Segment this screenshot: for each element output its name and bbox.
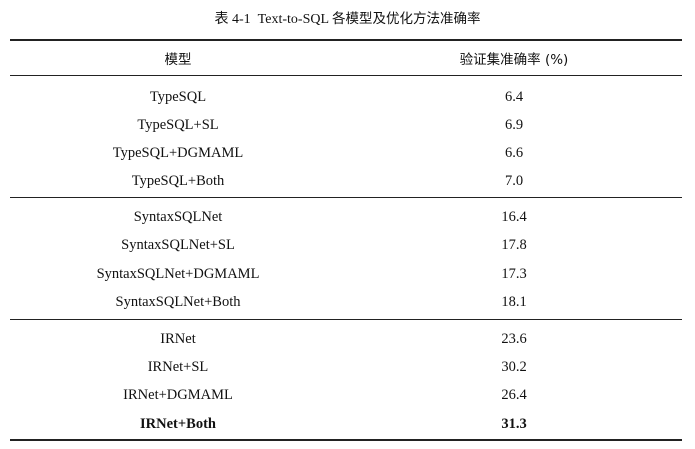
table-row-best: IRNet+Both 31.3 bbox=[10, 413, 682, 435]
accuracy-cell: 31.3 bbox=[501, 416, 527, 432]
model-cell: SyntaxSQLNet bbox=[133, 209, 223, 225]
model-cell: SyntaxSQLNet+Both bbox=[115, 294, 241, 310]
table-row: SyntaxSQLNet+SL 17.8 bbox=[10, 234, 682, 256]
caption-label: 表 4-1 bbox=[214, 12, 251, 27]
accuracy-cell: 7.0 bbox=[504, 173, 524, 189]
accuracy-cell: 17.3 bbox=[501, 266, 527, 282]
header-accuracy: 验证集准确率 (%) bbox=[459, 52, 569, 68]
accuracy-cell: 26.4 bbox=[501, 387, 527, 403]
table-top-rule bbox=[10, 39, 682, 41]
table-row: SyntaxSQLNet+Both 18.1 bbox=[10, 291, 682, 313]
caption-title-zh: 各模型及优化方法准确率 bbox=[332, 11, 481, 27]
accuracy-cell: 6.4 bbox=[504, 89, 524, 105]
table-row: IRNet+SL 30.2 bbox=[10, 356, 682, 378]
table-row: TypeSQL+Both 7.0 bbox=[10, 170, 682, 192]
model-cell: IRNet bbox=[160, 331, 196, 347]
model-cell: TypeSQL+DGMAML bbox=[112, 145, 244, 161]
model-cell: IRNet+Both bbox=[140, 416, 216, 432]
accuracy-cell: 6.9 bbox=[504, 117, 524, 133]
accuracy-cell: 23.6 bbox=[501, 331, 527, 347]
table-row: IRNet 23.6 bbox=[10, 328, 682, 350]
accuracy-cell: 16.4 bbox=[501, 209, 527, 225]
table-row: SyntaxSQLNet 16.4 bbox=[10, 206, 682, 228]
header-model: 模型 bbox=[164, 52, 192, 68]
model-cell: TypeSQL+SL bbox=[137, 117, 219, 133]
caption-title-en: Text-to-SQL bbox=[257, 12, 329, 27]
table-caption: 表 4-1 Text-to-SQL 各模型及优化方法准确率 bbox=[0, 9, 695, 30]
model-cell: TypeSQL+Both bbox=[131, 173, 225, 189]
model-cell: IRNet+DGMAML bbox=[123, 387, 233, 403]
table-row: IRNet+DGMAML 26.4 bbox=[10, 384, 682, 406]
table-row: TypeSQL 6.4 bbox=[10, 86, 682, 108]
table-row: TypeSQL+DGMAML 6.6 bbox=[10, 142, 682, 164]
table-row: SyntaxSQLNet+DGMAML 17.3 bbox=[10, 263, 682, 285]
group-divider bbox=[10, 319, 682, 320]
accuracy-cell: 18.1 bbox=[501, 294, 527, 310]
group-divider bbox=[10, 197, 682, 198]
model-cell: IRNet+SL bbox=[147, 359, 209, 375]
accuracy-cell: 6.6 bbox=[504, 145, 524, 161]
header-rule bbox=[10, 75, 682, 76]
table-row: TypeSQL+SL 6.9 bbox=[10, 114, 682, 136]
model-cell: TypeSQL bbox=[149, 89, 207, 105]
accuracy-cell: 30.2 bbox=[501, 359, 527, 375]
accuracy-cell: 17.8 bbox=[501, 237, 527, 253]
model-cell: SyntaxSQLNet+SL bbox=[121, 237, 235, 253]
model-cell: SyntaxSQLNet+DGMAML bbox=[96, 266, 260, 282]
table-bottom-rule bbox=[10, 439, 682, 441]
